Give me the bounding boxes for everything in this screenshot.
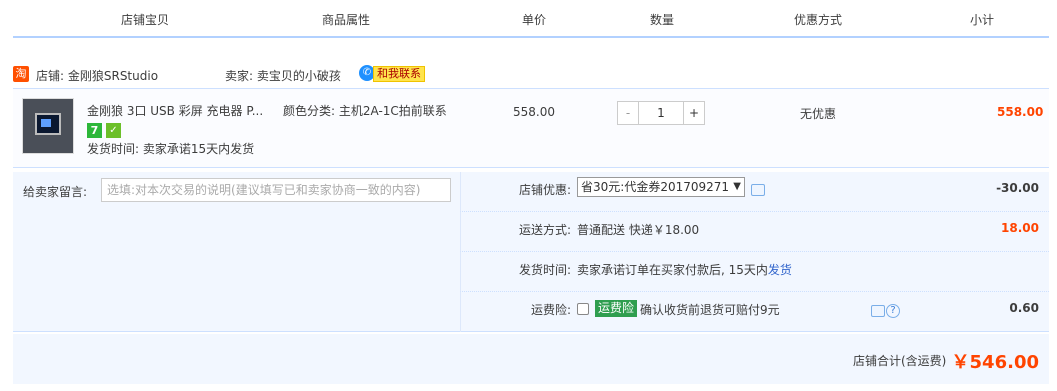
shop-discount-value: -30.00 [996,181,1039,195]
chat-icon[interactable] [751,184,765,196]
coupon-select[interactable]: 省30元:代金券201709271 ▼ [577,177,745,197]
chat-icon[interactable] [871,305,885,317]
col-subtotal: 小计 [970,13,995,27]
col-quantity: 数量 [650,13,675,27]
col-attributes: 商品属性 [322,13,371,27]
delivery-text: 卖家承诺订单在买家付款后, 15天内发货 [577,261,792,278]
discount-method: 无优惠 [800,107,837,121]
col-shop-item: 店铺宝贝 [121,13,170,27]
contact-seller-button[interactable]: 和我联系 [373,66,425,82]
decrease-button[interactable]: - [617,101,639,125]
ship-time: 发货时间: 卖家承诺15天内发货 [87,142,255,156]
product-attributes: 颜色分类: 主机2A-1C拍前联系 [283,104,447,118]
seven-day-return-icon[interactable]: 7 [87,123,102,138]
delivery-row: 发货时间: 卖家承诺订单在买家付款后, 15天内发货 [460,252,1049,292]
delivery-text-main: 卖家承诺订单在买家付款后, 15天内 [577,263,768,277]
help-icon[interactable]: ? [886,304,900,318]
delivery-link[interactable]: 发货 [768,263,792,277]
shop-total: 店铺合计(含运费) ￥546.00 [13,334,1049,384]
insurance-row: 运费险: 运费险 确认收货前退货可赔付9元 ? 0.60 [460,292,1049,332]
product-title[interactable]: 金刚狼 3口 USB 彩屏 充电器 P... [87,102,263,119]
quantity-input[interactable]: 1 [638,101,684,125]
shipping-label: 运送方式: [518,223,571,237]
insurance-value: 0.60 [1009,301,1039,315]
header-divider [13,36,1049,38]
delivery-label: 发货时间: [518,263,571,277]
shipping-row: 运送方式: 普通配送 快递￥18.00 18.00 [460,212,1049,252]
coupon-select-value: 省30元:代金券201709271 [581,180,730,194]
insurance-text: 确认收货前退货可赔付9元 [640,303,780,317]
screen-display-icon [41,119,51,127]
message-label: 给卖家留言: [23,185,88,199]
total-label: 店铺合计(含运费) [853,354,947,368]
shop-name[interactable]: 店铺: 金刚狼SRStudio [36,67,158,84]
total-value: ￥546.00 [951,352,1039,373]
shipping-value: 18.00 [1001,221,1039,235]
seller-name: 卖家: 卖宝贝的小破孩 [225,69,341,83]
product-thumbnail[interactable] [22,98,74,154]
insurance-checkbox[interactable] [577,303,589,315]
quantity-stepper: - 1 + [617,101,705,125]
unit-price: 558.00 [513,105,555,119]
dropdown-arrow-icon: ▼ [733,181,741,192]
column-header: 店铺宝贝 商品属性 单价 数量 优惠方式 小计 [0,0,1057,38]
shop-discount-label: 店铺优惠: [518,183,571,197]
increase-button[interactable]: + [683,101,705,125]
guarantee-icon[interactable]: ✓ [106,123,121,138]
shipping-method: 普通配送 快递￥18.00 [577,223,700,237]
shop-discount-row: 店铺优惠: 省30元:代金券201709271 ▼ -30.00 [460,172,1049,212]
cart-item: 金刚狼 3口 USB 彩屏 充电器 P... 7 ✓ 发货时间: 卖家承诺15天… [13,88,1049,168]
insurance-badge: 运费险 [595,300,638,317]
col-unit-price: 单价 [522,13,547,27]
item-subtotal: 558.00 [997,105,1044,119]
shop-row: 淘 店铺: 金刚狼SRStudio 卖家: 卖宝贝的小破孩 ✆ 和我联系 [13,62,1049,86]
col-discount: 优惠方式 [794,13,843,27]
seller-message-input[interactable]: 选填:对本次交易的说明(建议填写已和卖家协商一致的内容) [101,178,451,202]
taobao-icon: 淘 [13,66,29,82]
order-options: 给卖家留言: 选填:对本次交易的说明(建议填写已和卖家协商一致的内容) 店铺优惠… [13,172,1049,332]
insurance-label: 运费险: [530,303,571,317]
